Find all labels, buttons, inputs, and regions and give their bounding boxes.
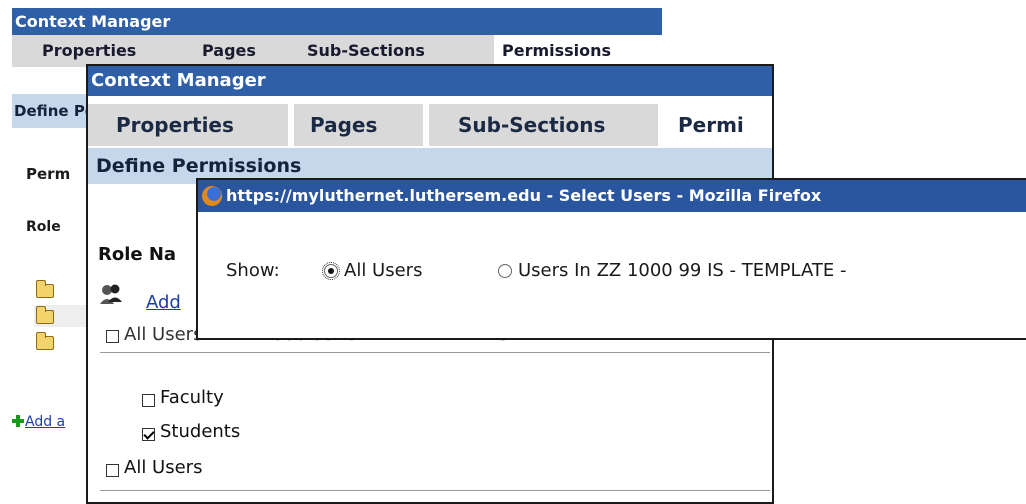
add-role-link-label: Add a: [25, 414, 66, 430]
all-users-radio[interactable]: [322, 262, 340, 280]
folder-icon: [36, 306, 54, 324]
tab-bar: Properties Pages Sub-Sections Permi: [88, 104, 772, 146]
show-label: Show:: [226, 260, 280, 281]
all-users-label: All Users: [124, 457, 203, 478]
popup-title-bar[interactable]: https://myluthernet.luthersem.edu - Sele…: [198, 180, 1026, 212]
users-icon: [100, 284, 122, 304]
users-in-course-radio[interactable]: [498, 264, 512, 278]
firefox-icon: [202, 186, 222, 206]
add-user-link[interactable]: Add: [146, 292, 181, 313]
role-header: Role: [26, 219, 61, 235]
window-title: Context Manager: [12, 8, 662, 35]
tab-permissions[interactable]: Permi: [658, 104, 772, 146]
permissions-header: Perm: [26, 165, 71, 183]
tab-sub-sections[interactable]: Sub-Sections: [307, 35, 425, 67]
plus-icon: [12, 415, 24, 427]
faculty-checkbox[interactable]: [142, 394, 155, 407]
tab-separator: [288, 104, 294, 146]
faculty-label: Faculty: [160, 387, 224, 408]
divider: [100, 352, 770, 353]
all-users-in-course-checkbox[interactable]: [106, 330, 119, 343]
window-title: Context Manager: [88, 66, 772, 96]
tab-bar: Properties Pages Sub-Sections Permission…: [12, 35, 662, 67]
tab-properties[interactable]: Properties: [42, 35, 136, 67]
students-label: Students: [160, 421, 241, 442]
tab-sub-sections[interactable]: Sub-Sections: [458, 104, 605, 146]
select-users-popup-window: https://myluthernet.luthersem.edu - Sele…: [196, 178, 1026, 340]
users-in-course-radio-label: Users In ZZ 1000 99 IS - TEMPLATE -: [518, 260, 847, 281]
tab-pages[interactable]: Pages: [310, 104, 377, 146]
popup-body: Show: All Users Users In ZZ 1000 99 IS -…: [198, 212, 1026, 338]
all-users-radio-label: All Users: [344, 260, 423, 281]
tab-separator: [423, 104, 429, 146]
students-checkbox[interactable]: [142, 428, 155, 441]
folder-icon: [36, 280, 54, 298]
all-users-checkbox[interactable]: [106, 464, 119, 477]
tab-properties[interactable]: Properties: [116, 104, 234, 146]
tab-pages[interactable]: Pages: [202, 35, 256, 67]
popup-title: https://myluthernet.luthersem.edu - Sele…: [226, 186, 822, 205]
divider: [100, 490, 770, 491]
tab-permissions[interactable]: Permissions: [494, 35, 662, 67]
add-role-link[interactable]: Add a: [12, 414, 65, 430]
role-name-header: Role Na: [98, 244, 177, 265]
folder-icon: [36, 332, 54, 350]
